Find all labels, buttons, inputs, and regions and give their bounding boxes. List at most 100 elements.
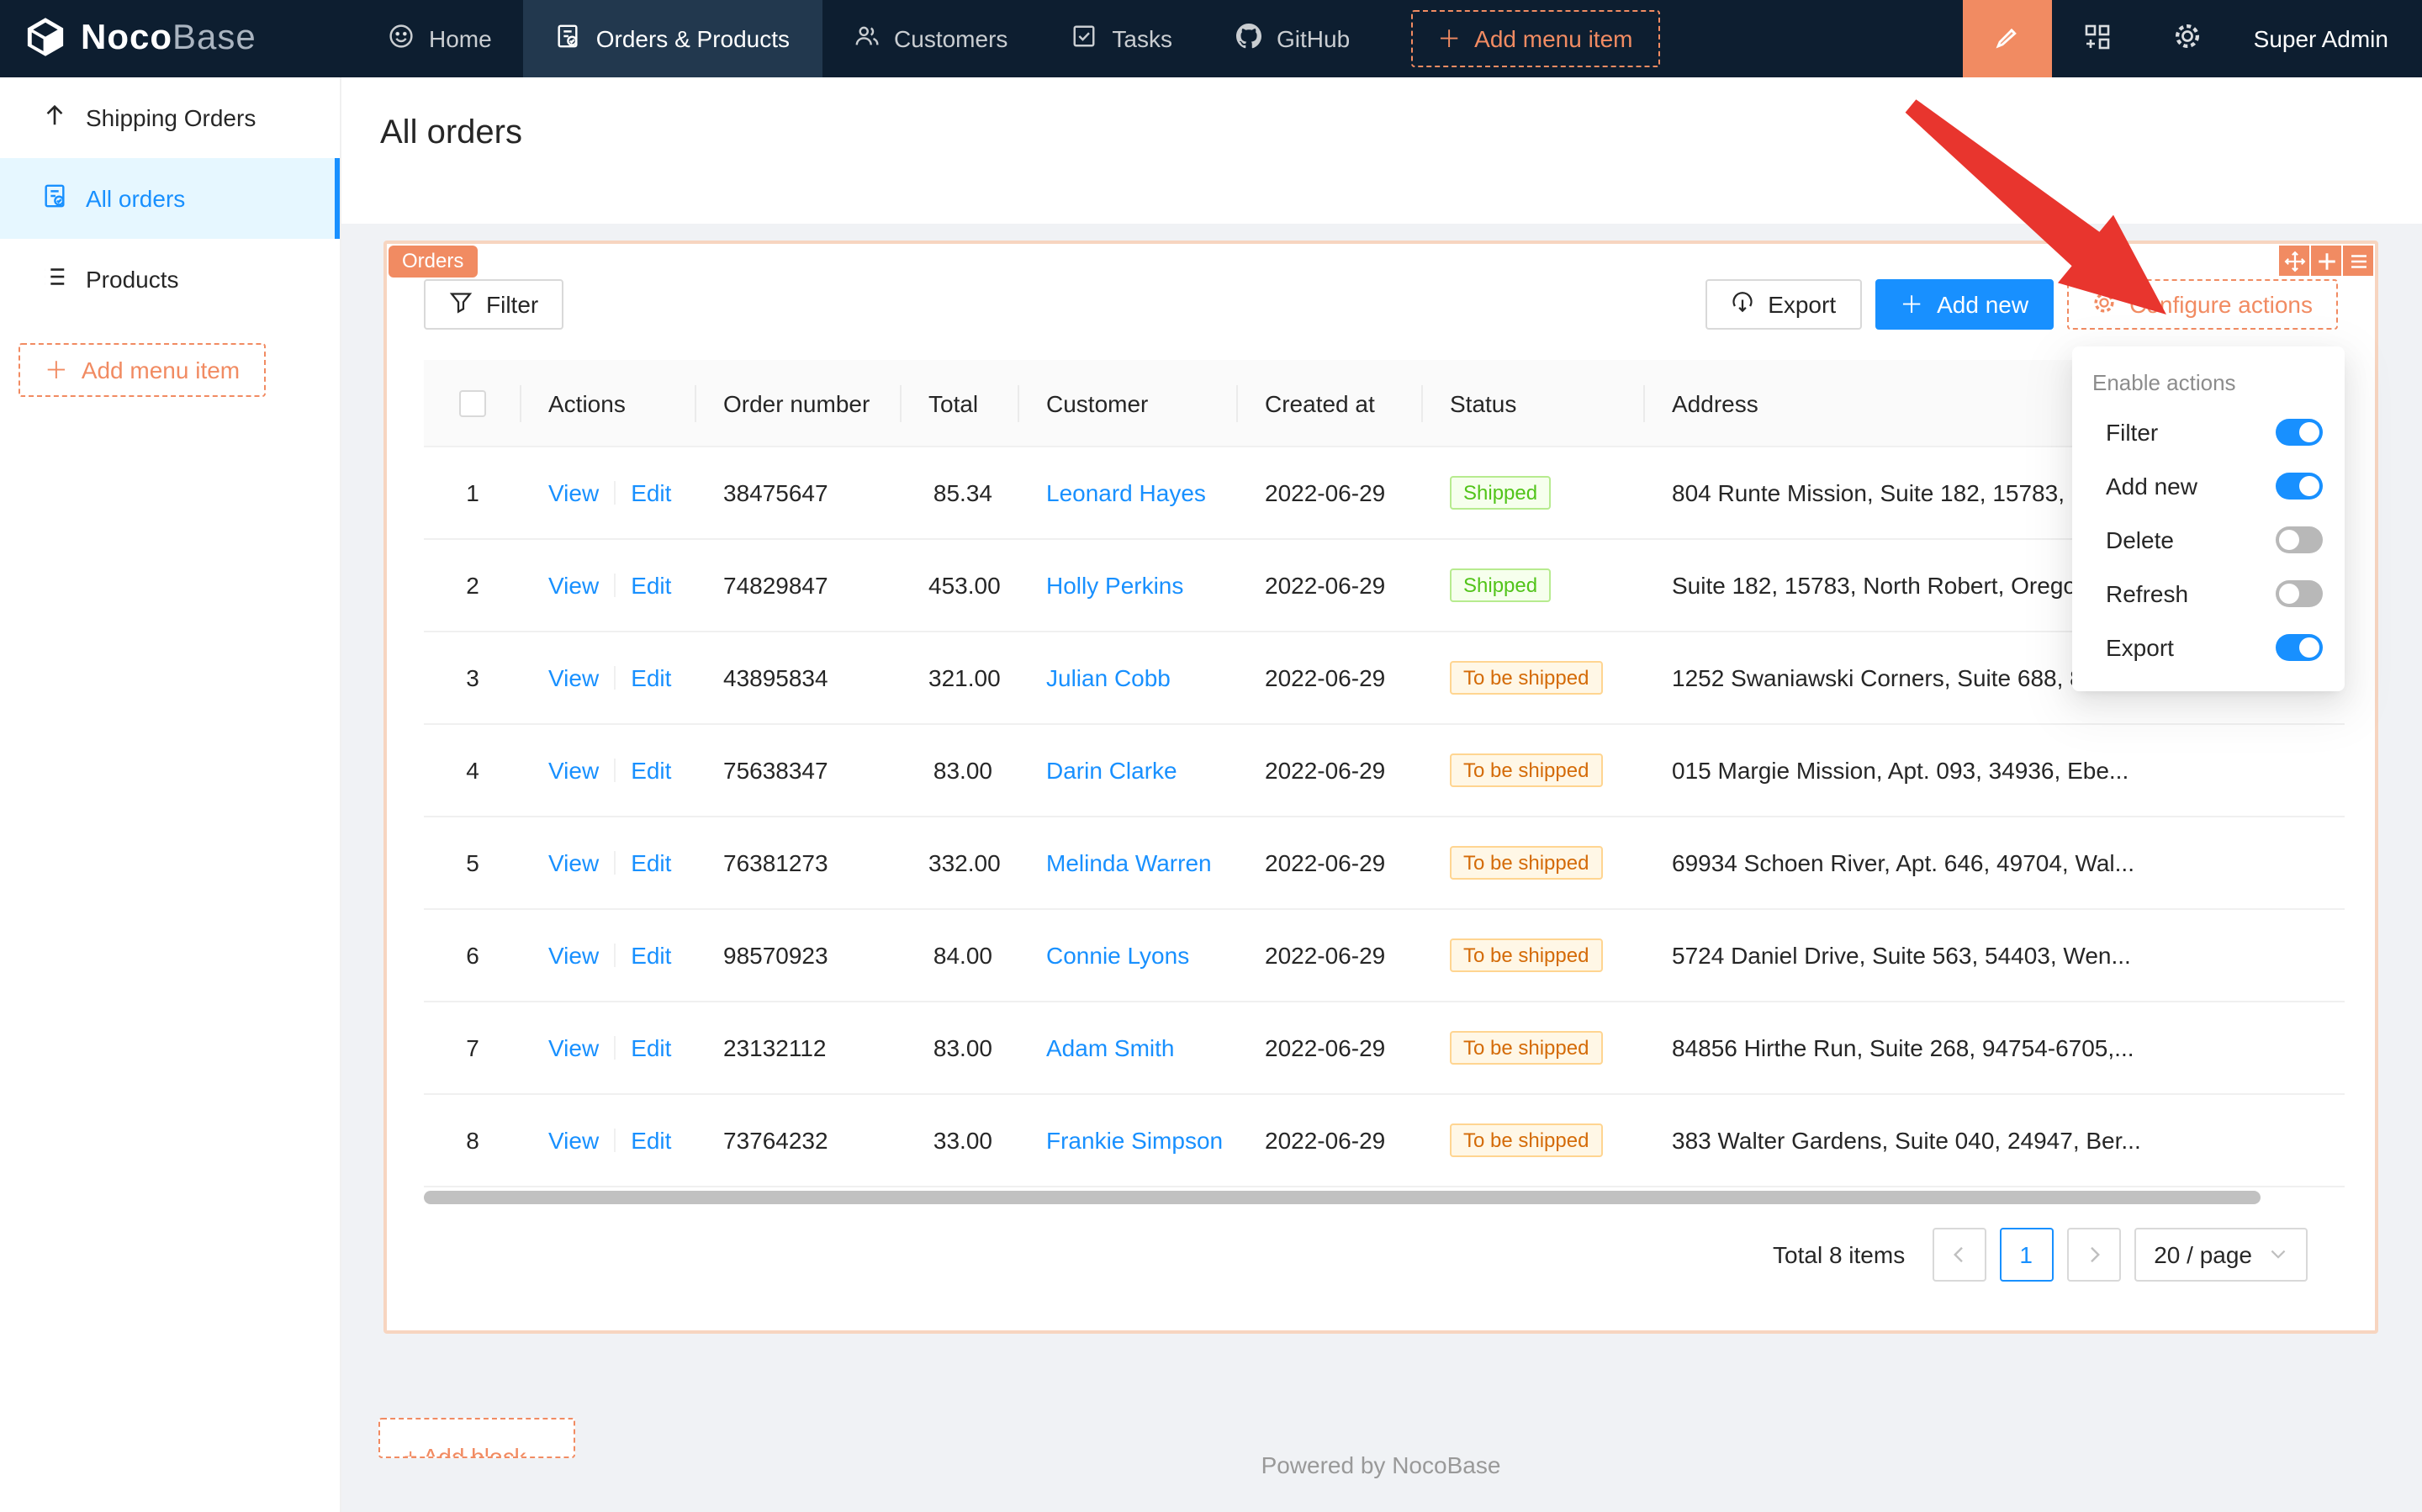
enable-actions-dropdown: Enable actions Filter Add new Delete Ref… [2072,346,2345,691]
sidebar-item-products[interactable]: Products [0,239,340,320]
toggle-switch[interactable] [2276,473,2323,500]
row-index: 5 [466,850,479,877]
pagination: Total 8 items 1 20 / page [424,1229,2308,1282]
column-header-actions: Actions [521,360,696,447]
customer-link[interactable]: Adam Smith [1046,1035,1175,1062]
toggle-switch[interactable] [2276,526,2323,553]
enable-action-menu-item[interactable]: Add new [2072,459,2345,513]
plugin-manager-button[interactable] [2052,0,2143,77]
export-button-label: Export [1768,291,1836,318]
top-navbar: NocoBase Home Orders & Products Customer… [0,0,2422,77]
nav-item-tasks[interactable]: Tasks [1039,0,1204,77]
table-row: 4 ViewEdit 75638347 83.00 Darin Clarke 2… [424,725,2345,817]
row-index: 8 [466,1128,479,1155]
total-cell: 33.00 [933,1128,992,1155]
brand-text: NocoBase [81,19,256,59]
ui-editor-toggle-button[interactable] [1963,0,2052,77]
settings-button[interactable] [2143,0,2234,77]
user-menu[interactable]: Super Admin [2234,0,2422,77]
toggle-switch[interactable] [2276,580,2323,607]
page-title: All orders [380,114,2382,153]
left-sidebar: Shipping Orders All orders Products ＋ Ad… [0,77,341,1512]
created-at-cell: 2022-06-29 [1265,665,1385,692]
view-link[interactable]: View [548,850,599,877]
nocobase-logo-icon [24,14,67,63]
order-number-cell: 43895834 [723,665,828,692]
view-link[interactable]: View [548,1128,599,1155]
sidebar-item-label: Shipping Orders [86,104,256,131]
customer-link[interactable]: Melinda Warren [1046,850,1212,877]
enable-action-menu-item[interactable]: Filter [2072,405,2345,459]
edit-link[interactable]: Edit [631,943,671,970]
customer-link[interactable]: Connie Lyons [1046,943,1189,970]
sidebar-item-label: Products [86,266,179,293]
action-divider [614,944,616,968]
page-size-select[interactable]: 20 / page [2134,1229,2308,1282]
arrow-up-icon [42,103,67,133]
toggle-knob [2279,584,2299,604]
enable-action-menu-item[interactable]: Export [2072,621,2345,674]
total-cell: 83.00 [933,1035,992,1062]
select-all-checkbox[interactable] [459,391,486,418]
filter-button[interactable]: Filter [424,279,563,330]
customer-link[interactable]: Holly Perkins [1046,573,1183,600]
view-link[interactable]: View [548,480,599,507]
scrollbar-thumb[interactable] [424,1192,2261,1205]
edit-link[interactable]: Edit [631,850,671,877]
sidebar-item-all-orders[interactable]: All orders [0,158,340,239]
view-link[interactable]: View [548,758,599,785]
status-badge: Shipped [1450,569,1551,603]
nav-item-home[interactable]: Home [357,0,524,77]
current-page-button[interactable]: 1 [1999,1229,2053,1282]
sidebar-item-shipping-orders[interactable]: Shipping Orders [0,77,340,158]
navbar-add-menu-item-button[interactable]: ＋ Add menu item [1410,10,1659,67]
block-menu-icon[interactable] [2343,246,2373,276]
toggle-switch[interactable] [2276,419,2323,446]
nav-item-orders-products[interactable]: Orders & Products [524,0,822,77]
view-link[interactable]: View [548,573,599,600]
add-new-button[interactable]: ＋ Add new [1875,279,2054,330]
order-number-cell: 38475647 [723,480,828,507]
enable-action-menu-item[interactable]: Refresh [2072,567,2345,621]
enable-action-label: Add new [2106,473,2276,500]
block-collection-tag: Orders [389,246,477,278]
enable-action-menu-item[interactable]: Delete [2072,513,2345,567]
customer-link[interactable]: Darin Clarke [1046,758,1177,785]
configure-actions-button[interactable]: Configure actions [2067,279,2338,330]
edit-link[interactable]: Edit [631,573,671,600]
page-content: Orders [340,224,2422,1512]
view-link[interactable]: View [548,1035,599,1062]
nav-item-customers[interactable]: Customers [822,0,1039,77]
edit-link[interactable]: Edit [631,1128,671,1155]
enable-action-label: Export [2106,634,2276,661]
edit-link[interactable]: Edit [631,758,671,785]
sidebar-item-label: All orders [86,185,185,212]
customer-link[interactable]: Leonard Hayes [1046,480,1206,507]
toggle-knob [2299,422,2319,442]
add-block-plus-icon[interactable] [2311,246,2341,276]
table-header-row: Actions Order number Total Customer Crea… [424,360,2345,447]
toggle-switch[interactable] [2276,634,2323,661]
nocobase-logo[interactable]: NocoBase [0,0,357,77]
column-header-total: Total [902,360,1019,447]
nav-item-github[interactable]: GitHub [1204,0,1382,77]
customer-link[interactable]: Julian Cobb [1046,665,1171,692]
edit-link[interactable]: Edit [631,665,671,692]
export-button[interactable]: Export [1705,279,1861,330]
view-link[interactable]: View [548,943,599,970]
sidebar-add-menu-item-button[interactable]: ＋ Add menu item [19,343,266,397]
orders-doc-check-icon [42,183,67,214]
orders-table: Actions Order number Total Customer Crea… [424,360,2345,1188]
order-number-cell: 74829847 [723,573,828,600]
row-index: 2 [466,573,479,600]
table-row: 1 ViewEdit 38475647 85.34 Leonard Hayes … [424,447,2345,540]
edit-link[interactable]: Edit [631,480,671,507]
view-link[interactable]: View [548,665,599,692]
drag-move-icon[interactable] [2279,246,2309,276]
edit-link[interactable]: Edit [631,1035,671,1062]
status-badge: To be shipped [1450,662,1602,695]
customer-link[interactable]: Frankie Simpson [1046,1128,1223,1155]
next-page-button[interactable] [2066,1229,2120,1282]
action-divider [614,482,616,505]
prev-page-button[interactable] [1932,1229,1986,1282]
